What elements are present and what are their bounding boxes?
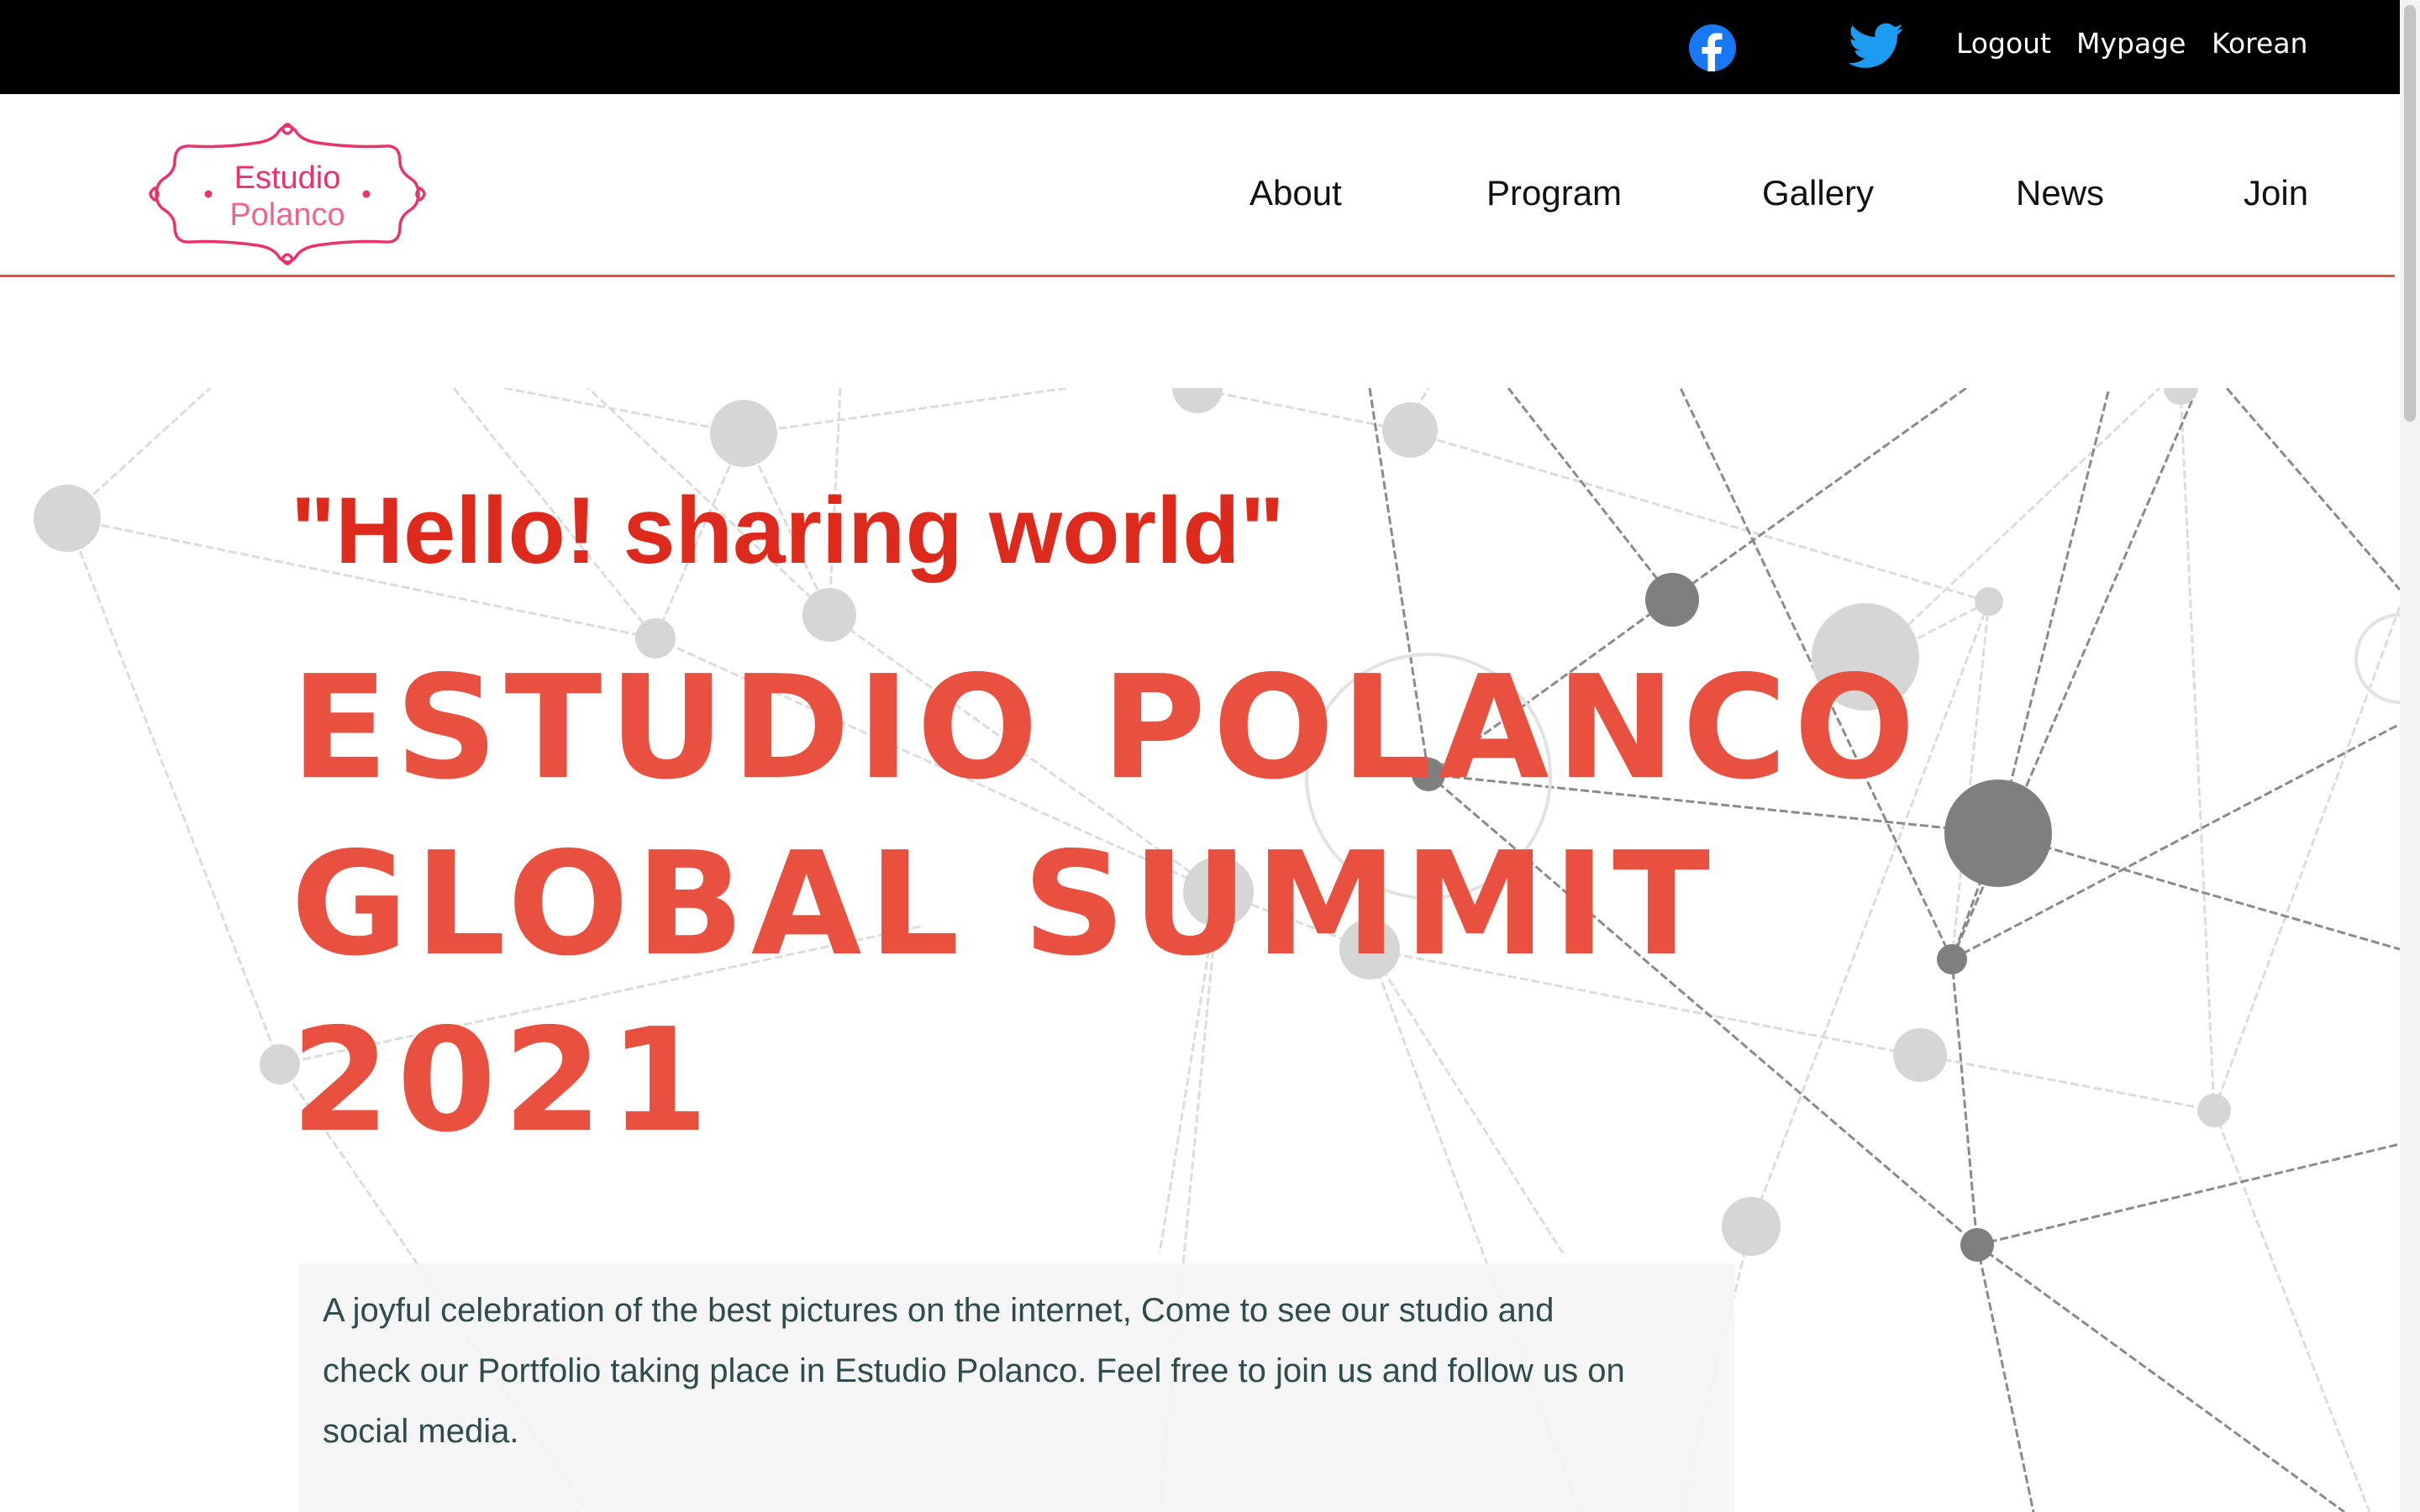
language-korean-link[interactable]: Korean <box>2212 25 2307 62</box>
hero-title: ESTUDIO POLANCO GLOBAL SUMMIT 2021 <box>291 640 2223 1169</box>
top-utility-bar: Logout Mypage Korean <box>0 0 2400 94</box>
site-logo[interactable]: Estudio Polanco <box>148 119 427 269</box>
hero-title-line: ESTUDIO POLANCO <box>291 645 1923 811</box>
scrollbar-thumb[interactable] <box>2404 5 2416 422</box>
page-scrollbar[interactable] <box>2400 0 2420 1512</box>
nav-gallery[interactable]: Gallery <box>1762 171 1874 215</box>
hero-description: A joyful celebration of the best picture… <box>323 1292 1625 1450</box>
hero-description-box: A joyful celebration of the best picture… <box>299 1263 1734 1512</box>
hero-tagline: "Hello! sharing world" <box>291 478 1285 583</box>
logout-link[interactable]: Logout <box>1956 25 2051 62</box>
hero-title-line: GLOBAL SUMMIT <box>291 822 1718 988</box>
twitter-icon[interactable] <box>1848 22 1904 71</box>
logo-text-estudio: Estudio <box>234 160 341 196</box>
mypage-link[interactable]: Mypage <box>2076 25 2186 62</box>
site-header: Estudio Polanco About Program Gallery Ne… <box>0 94 2395 277</box>
logo-text-polanco: Polanco <box>229 197 345 233</box>
nav-join[interactable]: Join <box>2244 171 2308 215</box>
hero-section: "Hello! sharing world" ESTUDIO POLANCO G… <box>0 388 2400 1512</box>
facebook-icon[interactable] <box>1689 24 1736 71</box>
nav-about[interactable]: About <box>1249 171 1342 215</box>
hero-title-line: 2021 <box>291 998 716 1164</box>
nav-news[interactable]: News <box>2016 171 2104 215</box>
nav-program[interactable]: Program <box>1486 171 1622 215</box>
